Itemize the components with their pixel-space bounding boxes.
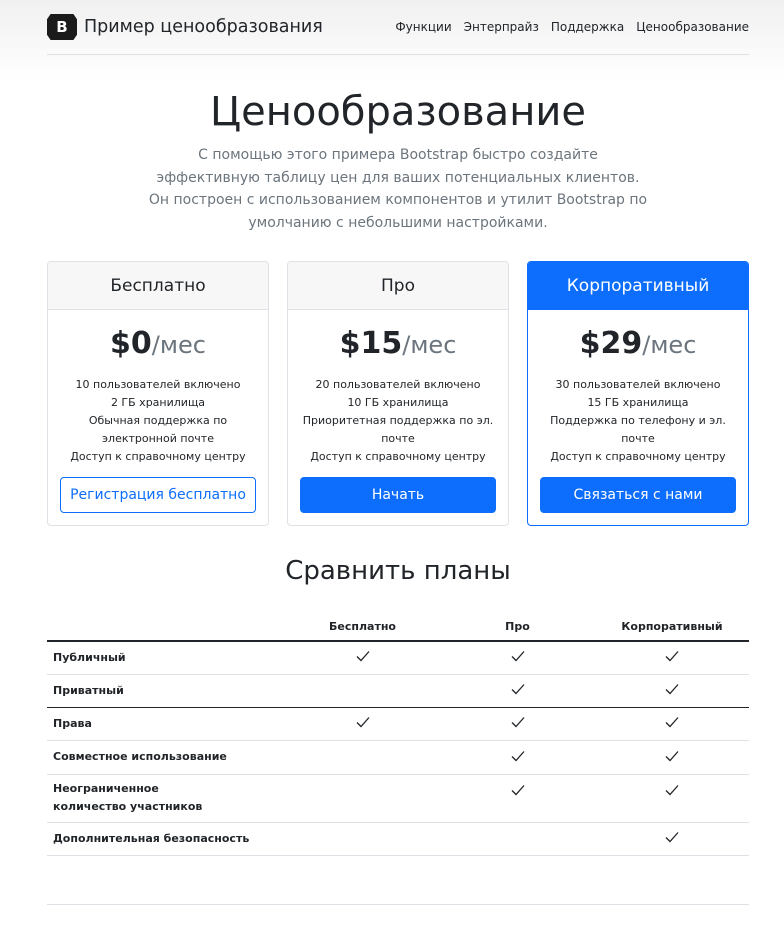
- check-icon: [665, 716, 679, 728]
- plan-name: Корпоративный: [528, 262, 748, 310]
- table-row: Совместное использование: [47, 740, 749, 775]
- plan-cell: [595, 674, 749, 708]
- table-row: Публичный: [47, 641, 749, 675]
- nav-link-enterprise[interactable]: Энтерпрайз: [464, 20, 539, 34]
- check-icon: [356, 650, 370, 662]
- footer-divider: [47, 904, 749, 905]
- plan-card-free: Бесплатно $0/мес 10 пользователей включе…: [47, 261, 269, 526]
- plan-cell: [595, 707, 749, 741]
- plan-cell: [285, 674, 440, 708]
- plan-cell: [440, 740, 595, 775]
- plan-feature: Доступ к справочному центру: [550, 450, 726, 463]
- price-amount: $29: [579, 326, 643, 361]
- plan-feature: Доступ к справочному центру: [70, 450, 246, 463]
- feature-name: Права: [47, 707, 285, 741]
- bootstrap-logo-icon: B: [47, 14, 77, 40]
- table-row: Дополнительная безопасность: [47, 822, 749, 856]
- get-started-button[interactable]: Начать: [300, 477, 496, 513]
- compare-title: Сравнить планы: [285, 556, 511, 586]
- site-header: B Пример ценообразования Функции Энтерпр…: [47, 0, 749, 55]
- plan-cell: [440, 641, 595, 675]
- plan-cell: [440, 707, 595, 741]
- table-row: Права: [47, 707, 749, 741]
- plan-feature: 15 ГБ хранилища: [587, 396, 689, 409]
- brand-name: Пример ценообразования: [84, 17, 323, 37]
- plan-cell: [440, 774, 595, 823]
- check-icon: [511, 784, 525, 796]
- compare-table-wrapper: Бесплатно Про Корпоративный Публичный При…: [47, 612, 749, 856]
- table-row: Приватный: [47, 674, 749, 708]
- feature-name: Публичный: [47, 641, 285, 675]
- check-icon: [511, 716, 525, 728]
- plan-feature: 10 пользователей включено: [75, 378, 241, 391]
- feature-name: Совместное использование: [47, 740, 285, 775]
- plan-cell: [440, 674, 595, 708]
- plan-cell: [285, 641, 440, 675]
- compare-table: Бесплатно Про Корпоративный Публичный При…: [47, 612, 749, 856]
- plan-name: Бесплатно: [48, 262, 268, 310]
- plan-cell: [595, 740, 749, 775]
- plan-cell: [285, 707, 440, 741]
- signup-free-button[interactable]: Регистрация бесплатно: [60, 477, 256, 513]
- check-icon: [665, 831, 679, 843]
- plan-price: $29/мес: [528, 326, 748, 362]
- plan-features: 30 пользователей включено 15 ГБ хранилищ…: [528, 376, 748, 466]
- plan-card-pro: Про $15/мес 20 пользователей включено 10…: [287, 261, 509, 526]
- plan-cell: [595, 774, 749, 823]
- plan-features: 20 пользователей включено 10 ГБ хранилищ…: [288, 376, 508, 466]
- check-icon: [356, 716, 370, 728]
- plan-cell: [285, 774, 440, 823]
- plan-cell: [595, 822, 749, 856]
- price-period: /мес: [402, 331, 457, 359]
- price-period: /мес: [642, 331, 697, 359]
- plan-cell: [285, 822, 440, 856]
- column-header: Корпоративный: [595, 612, 749, 642]
- nav-link-features[interactable]: Функции: [395, 20, 451, 34]
- plan-feature: 30 пользователей включено: [555, 378, 721, 391]
- plan-card-enterprise: Корпоративный $29/мес 30 пользователей в…: [527, 261, 749, 526]
- column-header: Бесплатно: [285, 612, 440, 642]
- check-icon: [511, 750, 525, 762]
- pricing-header: Ценообразование С помощью этого примера …: [47, 84, 749, 234]
- plan-feature: Доступ к справочному центру: [310, 450, 486, 463]
- table-row: Неограниченное количество участников: [47, 774, 749, 823]
- nav-link-pricing[interactable]: Ценообразование: [636, 20, 749, 34]
- plan-feature: Поддержка по телефону и эл. почте: [550, 414, 726, 445]
- feature-name: Дополнительная безопасность: [47, 822, 285, 856]
- price-amount: $15: [339, 326, 403, 361]
- plan-feature: Обычная поддержка по электронной почте: [88, 414, 228, 445]
- check-icon: [665, 650, 679, 662]
- column-header: [47, 612, 285, 642]
- check-icon: [511, 650, 525, 662]
- plan-price: $0/мес: [48, 326, 268, 362]
- plan-price: $15/мес: [288, 326, 508, 362]
- check-icon: [665, 784, 679, 796]
- plan-feature: 20 пользователей включено: [315, 378, 481, 391]
- column-header: Про: [440, 612, 595, 642]
- plan-feature: Приоритетная поддержка по эл. почте: [302, 414, 494, 445]
- contact-us-button[interactable]: Связаться с нами: [540, 477, 736, 513]
- plan-features: 10 пользователей включено 2 ГБ хранилища…: [48, 376, 268, 466]
- plan-feature: 10 ГБ хранилища: [347, 396, 449, 409]
- check-icon: [511, 683, 525, 695]
- page-lead: С помощью этого примера Bootstrap быстро…: [148, 147, 648, 231]
- price-amount: $0: [110, 326, 152, 361]
- plan-cell: [440, 822, 595, 856]
- check-icon: [665, 683, 679, 695]
- feature-name: Неограниченное количество участников: [47, 774, 285, 823]
- plan-cell: [595, 641, 749, 675]
- pricing-cards: Бесплатно $0/мес 10 пользователей включе…: [47, 261, 749, 526]
- nav-link-support[interactable]: Поддержка: [551, 20, 624, 34]
- page-title: Ценообразование: [210, 89, 586, 135]
- table-header-row: Бесплатно Про Корпоративный: [47, 612, 749, 642]
- main-nav: Функции Энтерпрайз Поддержка Ценообразов…: [395, 20, 749, 34]
- plan-cell: [285, 740, 440, 775]
- brand[interactable]: B Пример ценообразования: [47, 14, 323, 40]
- plan-name: Про: [288, 262, 508, 310]
- price-period: /мес: [151, 331, 206, 359]
- plan-feature: 2 ГБ хранилища: [110, 396, 206, 409]
- check-icon: [665, 750, 679, 762]
- feature-name: Приватный: [47, 674, 285, 708]
